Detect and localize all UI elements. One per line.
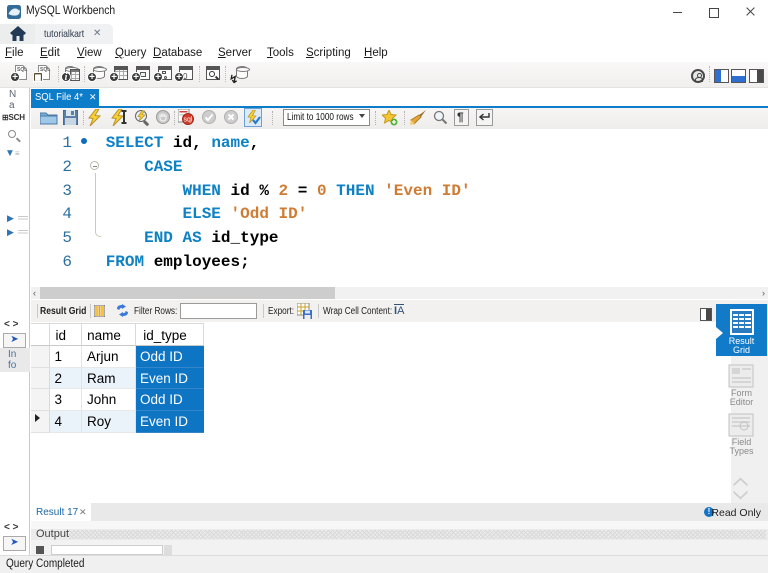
svg-text:sql: sql	[184, 117, 193, 124]
